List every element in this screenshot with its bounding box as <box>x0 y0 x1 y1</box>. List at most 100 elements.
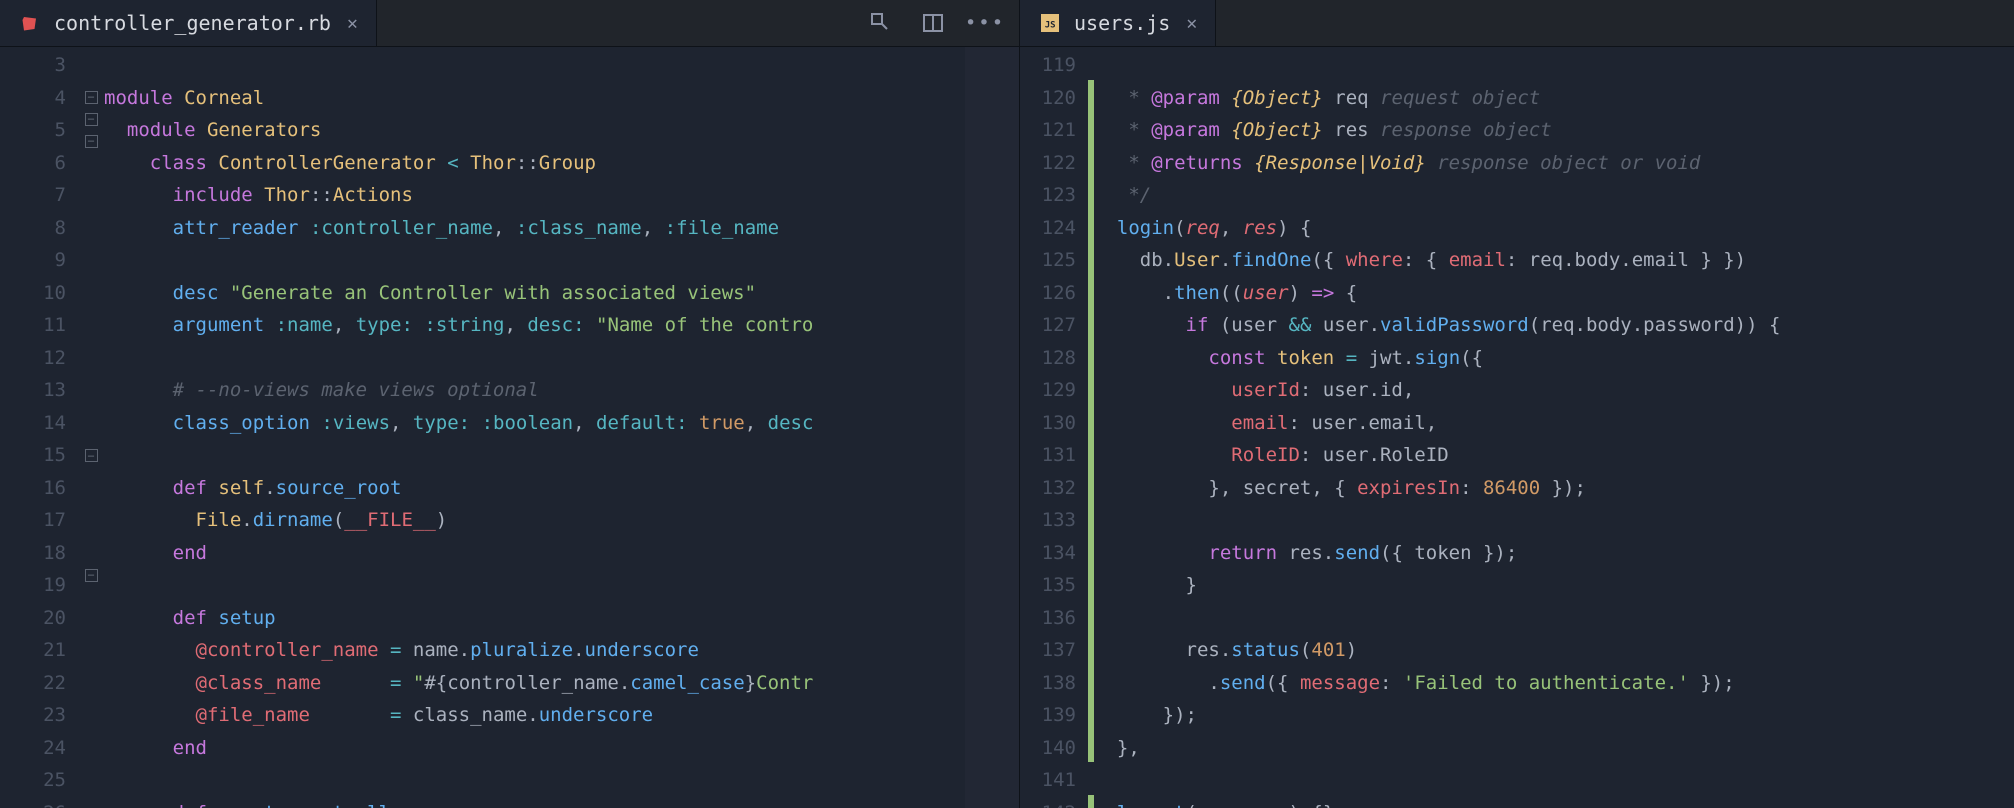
line-number: 142 <box>1020 797 1076 808</box>
code-line[interactable]: login(req, res) { <box>1094 212 2014 245</box>
line-number: 13 <box>0 374 66 407</box>
code-line[interactable]: module Generators <box>104 114 1019 147</box>
line-number: 11 <box>0 309 66 342</box>
code-line[interactable] <box>104 764 1019 797</box>
code-line[interactable]: module Corneal <box>104 82 1019 115</box>
line-number: 132 <box>1020 472 1076 505</box>
code-line[interactable]: const token = jwt.sign({ <box>1094 342 2014 375</box>
line-number: 122 <box>1020 147 1076 180</box>
code-line[interactable]: .send({ message: 'Failed to authenticate… <box>1094 667 2014 700</box>
code-line[interactable]: end <box>104 537 1019 570</box>
line-number: 20 <box>0 602 66 635</box>
code-line[interactable]: * @param {Object} res response object <box>1094 114 2014 147</box>
line-number: 16 <box>0 472 66 505</box>
code-line[interactable]: end <box>104 732 1019 765</box>
tab-bar-right: JS users.js ✕ <box>1020 0 2014 47</box>
line-number: 123 <box>1020 179 1076 212</box>
line-number: 18 <box>0 537 66 570</box>
javascript-icon: JS <box>1040 13 1060 33</box>
code-area[interactable]: * @param {Object} req request object * @… <box>1094 47 2014 808</box>
line-number: 121 <box>1020 114 1076 147</box>
code-line[interactable]: @controller_name = name.pluralize.unders… <box>104 634 1019 667</box>
code-line[interactable] <box>104 244 1019 277</box>
code-line[interactable]: def self.source_root <box>104 472 1019 505</box>
line-number: 9 <box>0 244 66 277</box>
code-line[interactable]: def create_controller <box>104 797 1019 808</box>
code-line[interactable] <box>104 342 1019 375</box>
code-line[interactable] <box>104 569 1019 602</box>
fold-column[interactable]: − − − − − <box>78 47 104 808</box>
code-line[interactable]: def setup <box>104 602 1019 635</box>
code-line[interactable]: res.status(401) <box>1094 634 2014 667</box>
editor-pane-left: controller_generator.rb ✕ ••• 3456789101… <box>0 0 1020 808</box>
line-number: 138 <box>1020 667 1076 700</box>
fold-toggle-icon[interactable]: − <box>85 135 98 148</box>
code-area[interactable]: module Corneal module Generators class C… <box>104 47 1019 808</box>
code-line[interactable] <box>104 439 1019 472</box>
code-line[interactable] <box>1094 602 2014 635</box>
code-line[interactable]: * @param {Object} req request object <box>1094 82 2014 115</box>
line-number: 120 <box>1020 82 1076 115</box>
code-line[interactable]: # --no-views make views optional <box>104 374 1019 407</box>
code-line[interactable]: email: user.email, <box>1094 407 2014 440</box>
code-line[interactable]: File.dirname(__FILE__) <box>104 504 1019 537</box>
code-line[interactable] <box>104 49 1019 82</box>
code-line[interactable]: RoleID: user.RoleID <box>1094 439 2014 472</box>
line-number: 14 <box>0 407 66 440</box>
line-number: 15 <box>0 439 66 472</box>
line-number: 134 <box>1020 537 1076 570</box>
line-number: 129 <box>1020 374 1076 407</box>
close-icon[interactable]: ✕ <box>1184 13 1199 34</box>
fold-toggle-icon[interactable]: − <box>85 113 98 126</box>
line-number: 5 <box>0 114 66 147</box>
line-number: 17 <box>0 504 66 537</box>
fold-toggle-icon[interactable]: − <box>85 449 98 462</box>
ruby-icon <box>20 13 40 33</box>
code-editor-right[interactable]: 1191201211221231241251261271281291301311… <box>1020 47 2014 808</box>
fold-toggle-icon[interactable]: − <box>85 569 98 582</box>
code-line[interactable]: * @returns {Response|Void} response obje… <box>1094 147 2014 180</box>
code-editor-left[interactable]: 3456789101112131415161718192021222324252… <box>0 47 1019 808</box>
tab-controller-generator[interactable]: controller_generator.rb ✕ <box>0 0 377 46</box>
code-line[interactable]: db.User.findOne({ where: { email: req.bo… <box>1094 244 2014 277</box>
code-line[interactable]: }); <box>1094 699 2014 732</box>
line-number: 6 <box>0 147 66 180</box>
code-line[interactable]: if (user && user.validPassword(req.body.… <box>1094 309 2014 342</box>
code-line[interactable]: class ControllerGenerator < Thor::Group <box>104 147 1019 180</box>
line-number: 22 <box>0 667 66 700</box>
code-line[interactable]: include Thor::Actions <box>104 179 1019 212</box>
code-line[interactable]: }, <box>1094 732 2014 765</box>
line-number: 3 <box>0 49 66 82</box>
line-number-gutter: 3456789101112131415161718192021222324252… <box>0 47 78 808</box>
code-line[interactable]: return res.send({ token }); <box>1094 537 2014 570</box>
code-line[interactable] <box>1094 504 2014 537</box>
code-line[interactable]: @file_name = class_name.underscore <box>104 699 1019 732</box>
line-number: 25 <box>0 764 66 797</box>
code-line[interactable]: userId: user.id, <box>1094 374 2014 407</box>
code-line[interactable]: }, secret, { expiresIn: 86400 }); <box>1094 472 2014 505</box>
line-number: 141 <box>1020 764 1076 797</box>
line-number: 8 <box>0 212 66 245</box>
code-line[interactable]: } <box>1094 569 2014 602</box>
code-line[interactable] <box>1094 764 2014 797</box>
line-number: 137 <box>1020 634 1076 667</box>
code-line[interactable]: .then((user) => { <box>1094 277 2014 310</box>
line-number: 133 <box>1020 504 1076 537</box>
code-line[interactable]: attr_reader :controller_name, :class_nam… <box>104 212 1019 245</box>
find-toggle-icon[interactable] <box>869 11 893 35</box>
code-line[interactable]: @class_name = "#{controller_name.camel_c… <box>104 667 1019 700</box>
line-number: 126 <box>1020 277 1076 310</box>
split-editor-icon[interactable] <box>921 11 945 35</box>
code-line[interactable]: desc "Generate an Controller with associ… <box>104 277 1019 310</box>
close-icon[interactable]: ✕ <box>345 13 360 34</box>
line-number: 135 <box>1020 569 1076 602</box>
minimap[interactable] <box>965 47 1019 808</box>
code-line[interactable] <box>1094 49 2014 82</box>
code-line[interactable]: */ <box>1094 179 2014 212</box>
more-icon[interactable]: ••• <box>973 11 997 35</box>
code-line[interactable]: logout(req, res) {} <box>1094 797 2014 808</box>
code-line[interactable]: argument :name, type: :string, desc: "Na… <box>104 309 1019 342</box>
code-line[interactable]: class_option :views, type: :boolean, def… <box>104 407 1019 440</box>
tab-users-js[interactable]: JS users.js ✕ <box>1020 0 1216 46</box>
fold-toggle-icon[interactable]: − <box>85 91 98 104</box>
